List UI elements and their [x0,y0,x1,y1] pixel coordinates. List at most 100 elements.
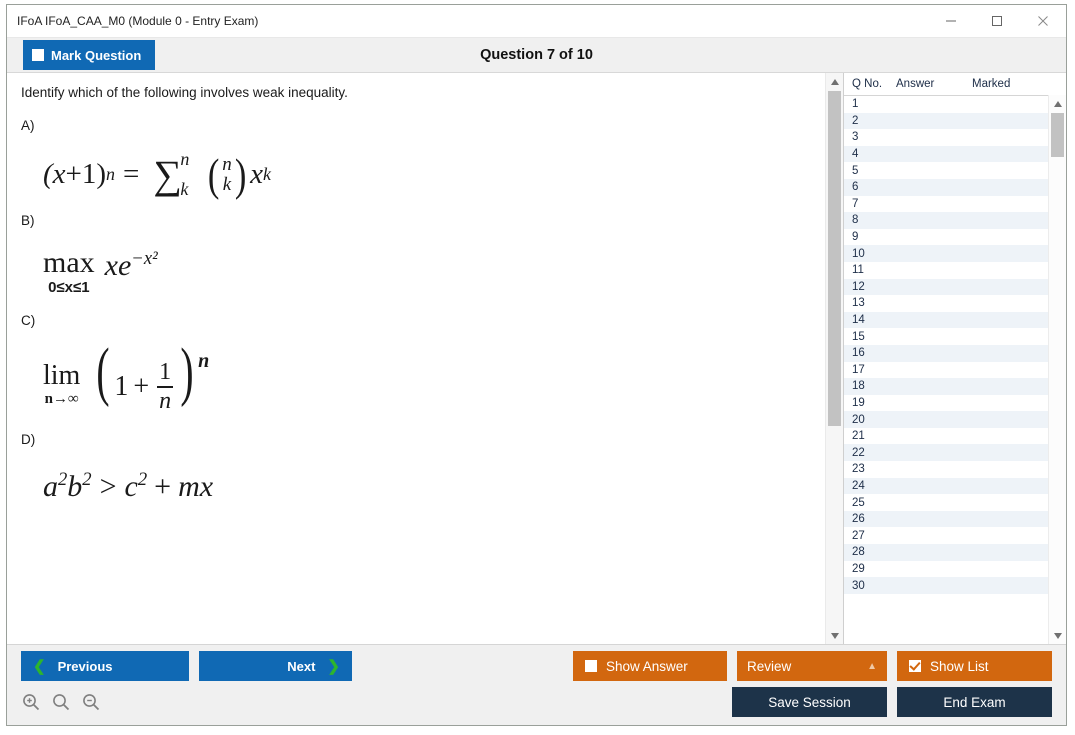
option-b-expression: xe−x² [105,248,158,283]
chevron-left-icon: ❮ [33,658,46,675]
table-row[interactable]: 24 [844,477,1049,495]
table-row[interactable]: 19 [844,395,1049,412]
zoom-out-icon[interactable] [81,692,101,712]
zoom-reset-icon[interactable] [51,692,71,712]
question-pane-scrollbar[interactable] [825,73,843,644]
maximize-button[interactable] [974,5,1020,37]
table-row[interactable]: 26 [844,510,1049,528]
cell-qno: 26 [852,513,865,526]
next-button-label: Next [287,658,316,674]
table-row[interactable]: 28 [844,544,1049,561]
chevron-right-icon: ❯ [327,658,340,675]
cell-qno: 13 [852,297,865,310]
table-row[interactable]: 3 [844,129,1049,146]
option-c-fraction: 1 n [157,359,174,414]
show-list-button[interactable]: Show List [897,651,1052,681]
table-row[interactable]: 5 [844,162,1049,179]
mark-question-checkbox-icon [32,49,44,61]
close-button[interactable] [1020,5,1066,37]
cell-qno: 25 [852,496,865,509]
table-row[interactable]: 11 [844,262,1049,279]
cell-qno: 15 [852,330,865,343]
zoom-controls [21,687,101,717]
table-row[interactable]: 17 [844,362,1049,379]
table-row[interactable]: 22 [844,444,1049,462]
table-row[interactable]: 14 [844,311,1049,329]
option-c-inner: 1 + 1 n [114,346,176,414]
table-row[interactable]: 4 [844,145,1049,163]
question-list-scrollbar[interactable] [1048,95,1066,644]
question-pane: Identify which of the following involves… [7,73,843,644]
table-row[interactable]: 27 [844,527,1049,544]
table-row[interactable]: 9 [844,229,1049,246]
option-a-binom-column: n k [221,155,233,195]
show-answer-button[interactable]: Show Answer [573,651,727,681]
cell-qno: 29 [852,562,865,575]
table-row[interactable]: 15 [844,328,1049,345]
option-c-operator-group: lim n→∞ [43,346,80,407]
window-controls [928,5,1066,37]
end-exam-button[interactable]: End Exam [897,687,1052,717]
mark-question-label: Mark Question [51,47,142,63]
table-row[interactable]: 6 [844,178,1049,196]
list-scroll-up-arrow-icon[interactable] [1049,95,1066,112]
list-scroll-thumb[interactable] [1051,113,1064,157]
option-a-tail-exp: k [262,164,271,185]
table-row[interactable]: 29 [844,561,1049,578]
cell-qno: 1 [852,98,859,111]
table-row[interactable]: 23 [844,461,1049,478]
option-d-mx: mx [178,470,214,504]
table-row[interactable]: 12 [844,278,1049,296]
option-a-summation: ∑ n k [153,149,189,199]
previous-button[interactable]: ❮ Previous [21,651,189,681]
cell-qno: 28 [852,546,865,559]
option-d-gt: > [99,470,117,504]
app-root: IFoA IFoA_CAA_M0 (Module 0 - Entry Exam) [0,0,1075,735]
table-row[interactable]: 25 [844,494,1049,511]
minimize-button[interactable] [928,5,974,37]
table-row[interactable]: 30 [844,577,1049,594]
option-a-lhs-plus: +1) [65,158,107,191]
option-d-b: b [67,470,83,504]
column-header-answer: Answer [896,78,935,90]
table-row[interactable]: 8 [844,212,1049,229]
table-row[interactable]: 13 [844,295,1049,312]
cell-qno: 12 [852,280,865,293]
option-d-c: c [124,470,138,504]
option-b-operator-group: max 0≤x≤1 [43,247,95,295]
option-c-operator: lim [43,359,81,391]
table-row[interactable]: 16 [844,344,1049,362]
table-row[interactable]: 10 [844,245,1049,262]
table-row[interactable]: 18 [844,378,1049,395]
question-list-rows[interactable]: 1 2 3 4 5 6 7 8 9 10 11 12 13 14 15 16 17 18 19 20 21 22 23 24 2… [844,96,1066,644]
end-exam-label: End Exam [943,694,1006,710]
close-icon [1038,16,1048,26]
cell-qno: 10 [852,247,865,260]
option-d-b-exp: 2 [82,469,92,491]
table-row[interactable]: 2 [844,112,1049,130]
cell-qno: 23 [852,463,865,476]
cell-qno: 14 [852,314,865,327]
table-row[interactable]: 20 [844,411,1049,428]
question-pane-scroll-thumb[interactable] [828,91,841,426]
cell-qno: 21 [852,430,865,443]
column-header-qno: Q No. [852,78,883,90]
cell-qno: 2 [852,114,859,127]
cell-qno: 3 [852,131,859,144]
table-row[interactable]: 21 [844,428,1049,445]
scroll-down-arrow-icon[interactable] [826,627,843,644]
next-button[interactable]: Next ❯ [199,651,352,681]
scroll-up-arrow-icon[interactable] [826,73,843,90]
option-c-limits: n→∞ [44,390,79,407]
sigma-icon: ∑ [153,151,182,197]
option-c-paren-close: ) [180,334,194,408]
mark-question-button[interactable]: Mark Question [23,40,156,70]
table-row[interactable]: 1 [844,96,1049,113]
list-scroll-down-arrow-icon[interactable] [1049,627,1066,644]
body-area: Identify which of the following involves… [7,73,1066,644]
table-row[interactable]: 7 [844,196,1049,213]
zoom-in-icon[interactable] [21,692,41,712]
option-c-label: C) [21,312,36,328]
review-dropdown[interactable]: Review ▲ [737,651,887,681]
save-session-button[interactable]: Save Session [732,687,887,717]
